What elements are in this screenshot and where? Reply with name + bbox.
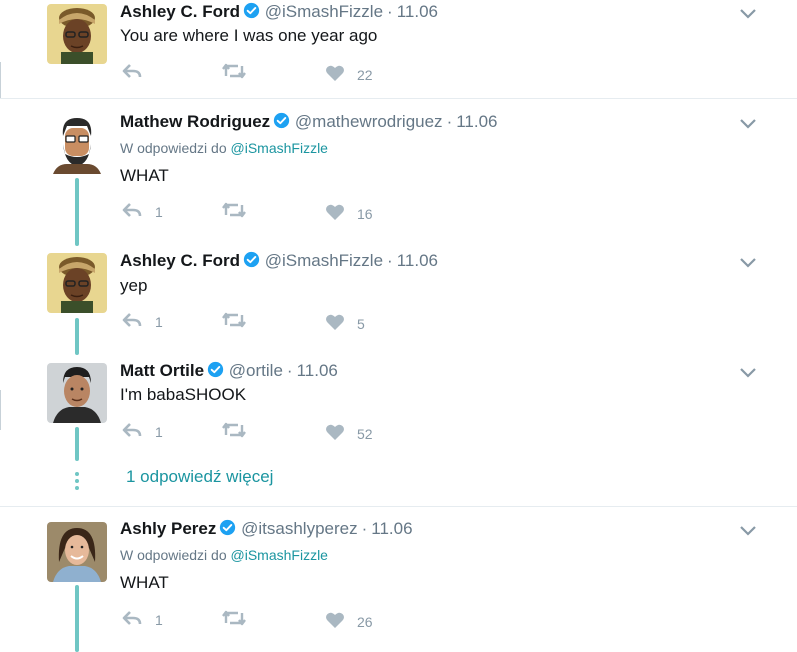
- tweet[interactable]: Mathew Rodriguez @mathewrodriguez · 11.06 …: [0, 99, 797, 239]
- reply-icon: [122, 313, 142, 327]
- chevron-down-icon[interactable]: [738, 256, 758, 270]
- timestamp[interactable]: 11.06: [297, 361, 338, 380]
- tweet[interactable]: Ashly Perez @itsashlyperez · 11.06 W odpow…: [0, 507, 797, 652]
- chevron-down-icon[interactable]: [738, 524, 758, 538]
- like-count: 16: [357, 206, 373, 222]
- retweet-button[interactable]: [221, 607, 247, 627]
- reply-button[interactable]: 1: [121, 309, 163, 329]
- reply-button[interactable]: 1: [121, 199, 163, 219]
- reply-count: 1: [155, 424, 163, 440]
- verified-badge-icon: [243, 2, 260, 19]
- reply-icon: [122, 203, 142, 217]
- like-button[interactable]: 26: [325, 609, 373, 629]
- tweet-header: Ashly Perez @itsashlyperez · 11.06: [120, 519, 413, 539]
- timestamp[interactable]: 11.06: [397, 251, 438, 270]
- reply-icon: [122, 423, 142, 437]
- tweet[interactable]: Ashley C. Ford @iSmashFizzle · 11.06 You a…: [0, 0, 797, 98]
- tweet-text: You are where I was one year ago: [120, 26, 378, 45]
- separator-dot: ·: [387, 2, 393, 21]
- reply-count: 1: [155, 314, 163, 330]
- reply-prefix: W odpowiedzi do: [120, 547, 227, 563]
- avatar[interactable]: [47, 114, 107, 174]
- avatar[interactable]: [47, 4, 107, 64]
- retweet-icon: [222, 610, 246, 626]
- tweet[interactable]: Ashley C. Ford @iSmashFizzle · 11.06 yep 1…: [0, 239, 797, 349]
- like-button[interactable]: 52: [325, 421, 373, 441]
- retweet-icon: [222, 312, 246, 328]
- timestamp[interactable]: 11.06: [371, 519, 412, 538]
- like-button[interactable]: 16: [325, 201, 373, 221]
- verified-badge-icon: [220, 519, 236, 536]
- retweet-icon: [222, 202, 246, 218]
- verified-badge-icon: [274, 112, 290, 129]
- timestamp[interactable]: 11.06: [397, 2, 438, 21]
- reply-icon: [122, 64, 142, 78]
- avatar[interactable]: [47, 253, 107, 313]
- retweet-button[interactable]: [221, 60, 247, 80]
- heart-icon: [326, 65, 344, 81]
- tweet-header: Mathew Rodriguez @mathewrodriguez · 11.06: [120, 112, 498, 132]
- reply-button[interactable]: [121, 60, 155, 80]
- like-button[interactable]: 22: [325, 62, 373, 82]
- tweet-header: Matt Ortile @ortile · 11.06: [120, 361, 338, 381]
- like-button[interactable]: 5: [325, 311, 365, 331]
- retweet-button[interactable]: [221, 199, 247, 219]
- reply-count: 1: [155, 204, 163, 220]
- user-handle[interactable]: @iSmashFizzle: [265, 2, 383, 21]
- reply-count: 1: [155, 612, 163, 628]
- retweet-button[interactable]: [221, 419, 247, 439]
- show-more-replies-link[interactable]: 1 odpowiedź więcej: [126, 467, 273, 487]
- user-handle[interactable]: @mathewrodriguez: [295, 112, 443, 131]
- display-name[interactable]: Ashley C. Ford: [120, 251, 240, 270]
- verified-badge-icon: [243, 251, 260, 268]
- reply-to-link[interactable]: @iSmashFizzle: [231, 547, 328, 563]
- heart-icon: [326, 424, 344, 440]
- reply-context: W odpowiedzi do @iSmashFizzle: [120, 547, 328, 563]
- retweet-icon: [222, 422, 246, 438]
- user-handle[interactable]: @itsashlyperez: [241, 519, 357, 538]
- reply-button[interactable]: 1: [121, 419, 163, 439]
- retweet-button[interactable]: [221, 309, 247, 329]
- chevron-down-icon[interactable]: [738, 366, 758, 380]
- separator-dot: ·: [387, 251, 393, 270]
- reply-to-link[interactable]: @iSmashFizzle: [231, 140, 328, 156]
- display-name[interactable]: Ashly Perez: [120, 519, 216, 538]
- separator-dot: ·: [446, 112, 453, 131]
- heart-icon: [326, 314, 344, 330]
- avatar[interactable]: [47, 363, 107, 423]
- chevron-down-icon[interactable]: [738, 117, 758, 131]
- timestamp[interactable]: 11.06: [456, 112, 497, 131]
- reply-button[interactable]: 1: [121, 607, 163, 627]
- verified-badge-icon: [207, 361, 224, 378]
- reply-icon: [122, 611, 142, 625]
- separator-dot: ·: [361, 519, 368, 538]
- heart-icon: [326, 204, 344, 220]
- reply-context: W odpowiedzi do @iSmashFizzle: [120, 140, 328, 156]
- separator-dot: ·: [286, 361, 293, 380]
- display-name[interactable]: Matt Ortile: [120, 361, 204, 380]
- heart-icon: [326, 612, 344, 628]
- tweet-text: yep: [120, 276, 148, 295]
- tweet[interactable]: Matt Ortile @ortile · 11.06 I'm babaSHOOK …: [0, 349, 797, 459]
- retweet-icon: [222, 63, 246, 79]
- tweet-text: WHAT: [120, 573, 169, 592]
- display-name[interactable]: Mathew Rodriguez: [120, 112, 270, 131]
- tweet-text: WHAT: [120, 166, 169, 185]
- like-count: 22: [357, 67, 373, 83]
- more-replies-dots-icon: [75, 472, 79, 490]
- tweet-header: Ashley C. Ford @iSmashFizzle · 11.06: [120, 251, 438, 271]
- like-count: 5: [357, 316, 365, 332]
- reply-prefix: W odpowiedzi do: [120, 140, 227, 156]
- like-count: 26: [357, 614, 373, 630]
- display-name[interactable]: Ashley C. Ford: [120, 2, 240, 21]
- tweet-header: Ashley C. Ford @iSmashFizzle · 11.06: [120, 2, 438, 22]
- tweet-text: I'm babaSHOOK: [120, 385, 247, 404]
- avatar[interactable]: [47, 522, 107, 582]
- like-count: 52: [357, 426, 373, 442]
- user-handle[interactable]: @iSmashFizzle: [265, 251, 383, 270]
- chevron-down-icon[interactable]: [738, 7, 758, 21]
- user-handle[interactable]: @ortile: [229, 361, 283, 380]
